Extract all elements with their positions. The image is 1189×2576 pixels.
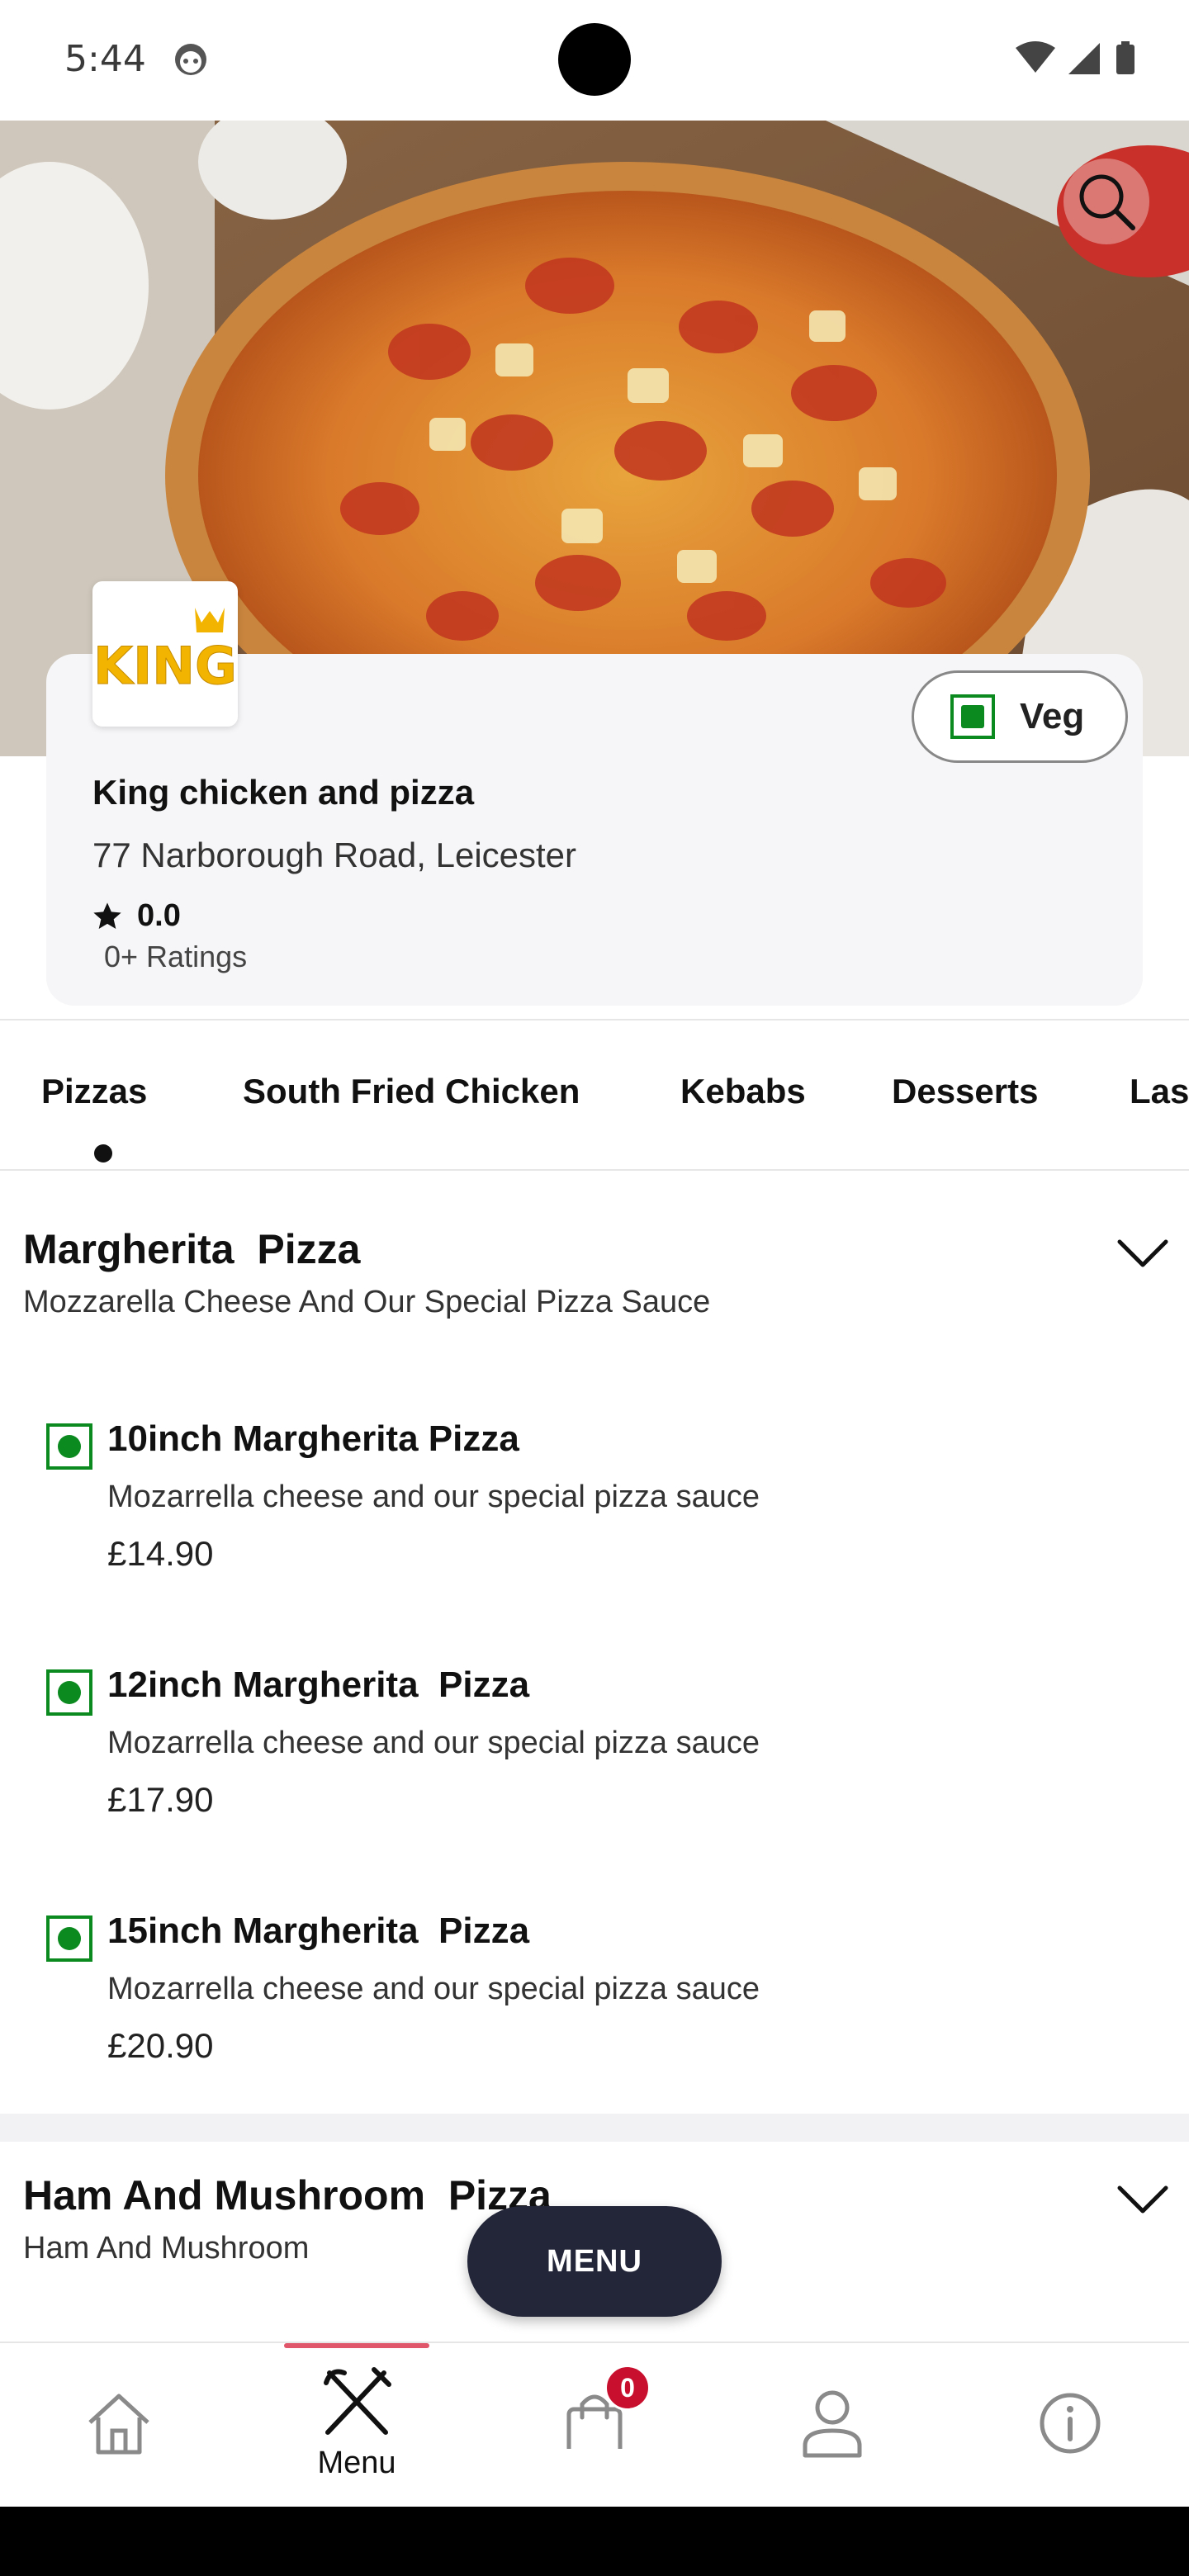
tab-las[interactable]: Las (1130, 1072, 1189, 1111)
notification-face-icon (175, 44, 206, 75)
chevron-down-icon[interactable] (1116, 2183, 1169, 2216)
category-title[interactable]: Margherita Pizza (23, 1225, 360, 1273)
home-gesture-pill[interactable] (439, 2449, 751, 2460)
category-tabs: Pizzas South Fried Chicken Kebabs Desser… (0, 1020, 1189, 1171)
rating-value: 0.0 (137, 898, 181, 933)
tab-south-fried-chicken[interactable]: South Fried Chicken (243, 1072, 580, 1111)
veg-indicator-icon (46, 1669, 92, 1716)
nav-info[interactable] (1004, 2343, 1136, 2508)
item-price: £20.90 (107, 2026, 214, 2065)
cart-count-badge: 0 (604, 2365, 651, 2411)
veg-indicator-icon (950, 694, 995, 739)
tab-desserts[interactable]: Desserts (892, 1072, 1038, 1111)
wifi-icon (1016, 41, 1055, 73)
status-time: 5:44 (64, 38, 146, 80)
status-icons (1016, 41, 1135, 74)
active-tab-indicator (94, 1144, 112, 1163)
item-description: Mozarrella cheese and our special pizza … (107, 1972, 760, 2006)
tab-kebabs[interactable]: Kebabs (680, 1072, 806, 1111)
item-name: 15inch Margherita Pizza (107, 1911, 530, 1951)
section-separator (0, 2114, 1189, 2142)
restaurant-address: 77 Narborough Road, Leicester (92, 836, 577, 874)
nav-profile[interactable] (766, 2343, 898, 2508)
veg-filter-toggle[interactable]: Veg (912, 670, 1128, 763)
svg-text:KING: KING (93, 636, 237, 696)
menu-item[interactable]: 12inch Margherita Pizza Mozarrella chees… (0, 1643, 1189, 1858)
nav-menu-label: Menu (317, 2446, 396, 2480)
divider (0, 1169, 1189, 1171)
item-description: Mozarrella cheese and our special pizza … (107, 1726, 760, 1760)
category-description: Mozzarella Cheese And Our Special Pizza … (23, 1285, 711, 1319)
info-icon (1040, 2393, 1101, 2454)
restaurant-logo: KING (92, 581, 238, 727)
tab-pizzas[interactable]: Pizzas (41, 1072, 147, 1111)
menu-item[interactable]: 10inch Margherita Pizza Mozarrella chees… (0, 1397, 1189, 1612)
menu-button[interactable]: MENU (467, 2206, 722, 2317)
system-gesture-area (0, 2507, 1189, 2576)
chevron-down-icon[interactable] (1116, 1237, 1169, 1270)
search-icon (1079, 174, 1135, 230)
item-price: £14.90 (107, 1534, 214, 1573)
veg-filter-label: Veg (1020, 696, 1085, 736)
rating-row: 0.0 (91, 898, 181, 934)
item-name: 10inch Margherita Pizza (107, 1418, 519, 1459)
person-icon (803, 2390, 862, 2458)
battery-icon (1116, 45, 1135, 74)
restaurant-name: King chicken and pizza (92, 773, 475, 812)
veg-indicator-icon (46, 1423, 92, 1470)
category-title[interactable]: Ham And Mushroom Pizza (23, 2171, 552, 2219)
item-description: Mozarrella cheese and our special pizza … (107, 1480, 760, 1514)
category-description: Ham And Mushroom (23, 2231, 310, 2266)
signal-icon (1068, 43, 1100, 74)
search-button[interactable] (1063, 159, 1149, 244)
item-price: £17.90 (107, 1780, 214, 1819)
nav-cart[interactable]: 0 (528, 2343, 661, 2508)
menu-item[interactable]: 15inch Margherita Pizza Mozarrella chees… (0, 1889, 1189, 2104)
star-icon (93, 902, 121, 929)
status-bar: 5:44 (0, 0, 1189, 121)
fork-knife-icon (324, 2367, 391, 2435)
ratings-count: 0+ Ratings (104, 940, 248, 973)
item-name: 12inch Margherita Pizza (107, 1664, 530, 1705)
camera-cutout (558, 23, 631, 96)
nav-home[interactable] (53, 2343, 185, 2508)
veg-indicator-icon (46, 1915, 92, 1962)
nav-menu[interactable]: Menu (291, 2343, 423, 2508)
bottom-navigation: Menu 0 (0, 2342, 1189, 2507)
home-icon (88, 2394, 149, 2455)
